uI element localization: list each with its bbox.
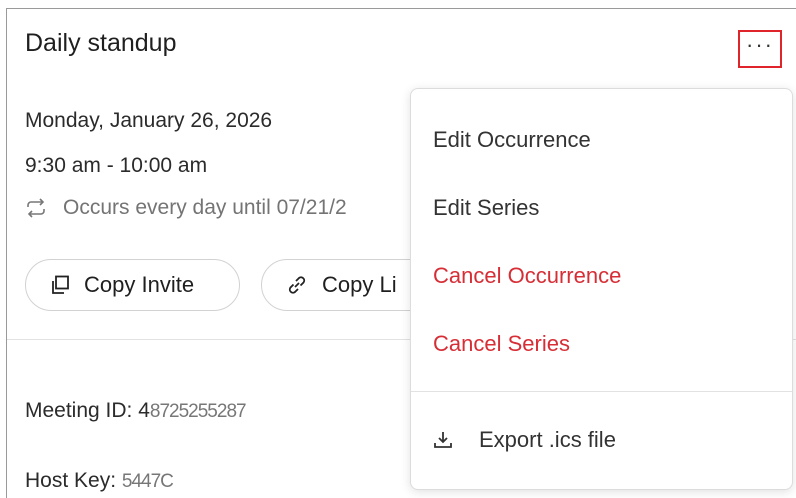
more-icon: ··· <box>746 32 774 57</box>
meeting-title: Daily standup <box>25 29 177 57</box>
menu-item-cancel-occurrence[interactable]: Cancel Occurrence <box>433 263 621 289</box>
menu-item-export-ics[interactable]: Export .ics file <box>433 427 616 453</box>
menu-item-edit-series[interactable]: Edit Series <box>433 195 539 221</box>
meeting-id-value: 8725255287 <box>149 401 247 422</box>
meeting-id-label: Meeting ID: 4 <box>25 399 150 422</box>
meeting-date: Monday, January 26, 2026 <box>25 109 273 132</box>
recurrence-info: Occurs every day until 07/21/2 <box>25 196 347 220</box>
download-icon <box>434 432 452 448</box>
copy-link-label: Copy Li <box>322 272 397 297</box>
host-key: Host Key: 5447C <box>25 469 174 493</box>
copy-invite-button[interactable]: Copy Invite <box>25 259 240 311</box>
options-menu: Edit Occurrence Edit Series Cancel Occur… <box>410 88 793 490</box>
meeting-time: 9:30 am - 10:00 am <box>25 154 208 177</box>
host-key-label: Host Key: <box>25 469 117 492</box>
meeting-id: Meeting ID: 48725255287 <box>25 399 247 423</box>
recurrence-text: Occurs every day until 07/21/2 <box>63 196 347 219</box>
menu-item-cancel-series[interactable]: Cancel Series <box>433 331 570 357</box>
more-options-button[interactable]: ··· <box>738 30 782 68</box>
menu-divider <box>411 391 792 392</box>
export-label: Export .ics file <box>479 427 616 452</box>
repeat-icon <box>27 198 45 218</box>
menu-item-edit-occurrence[interactable]: Edit Occurrence <box>433 127 591 153</box>
link-icon <box>288 276 306 294</box>
copy-invite-label: Copy Invite <box>84 272 195 297</box>
host-key-value: 5447C <box>121 471 174 492</box>
copy-icon <box>52 275 69 294</box>
